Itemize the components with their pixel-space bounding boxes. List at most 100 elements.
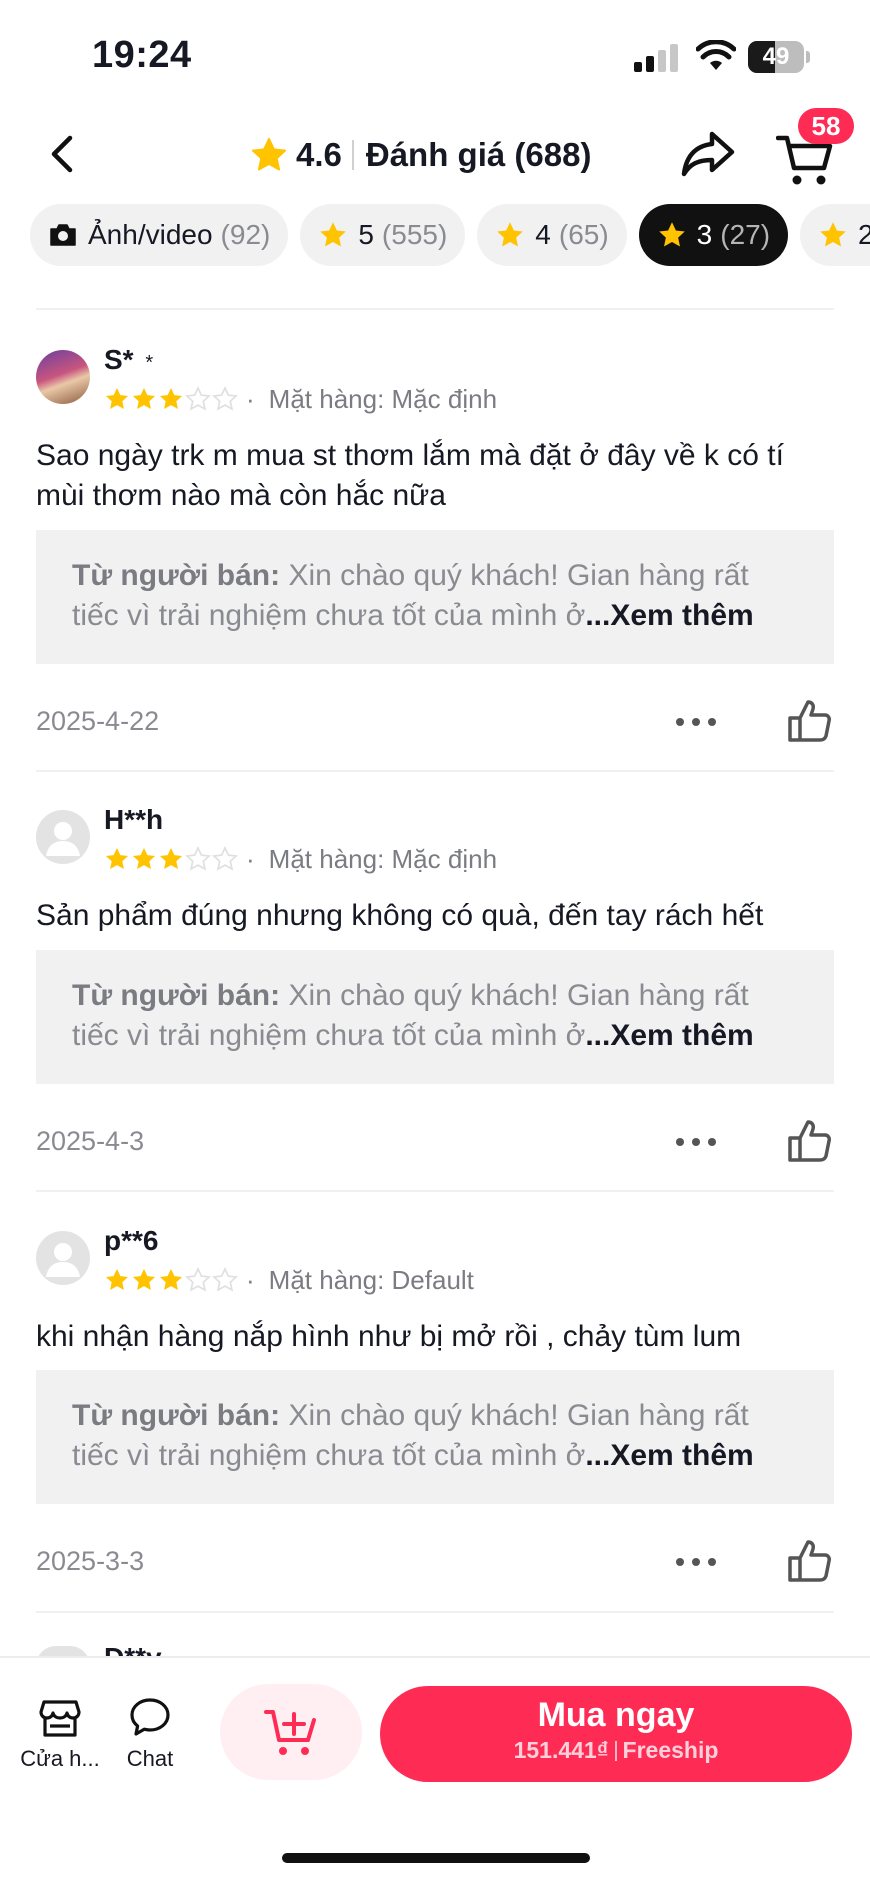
- filter-chip-count: (92): [220, 219, 271, 250]
- filter-chip-count: (555): [381, 219, 448, 250]
- avatar[interactable]: [36, 810, 90, 864]
- star-empty-icon: [212, 386, 238, 411]
- back-arrow-icon[interactable]: [40, 130, 88, 178]
- cart-count-badge: 58: [798, 108, 854, 144]
- review-text: Sao ngày trk m mua st thơm lắm mà đặt ở …: [36, 439, 784, 512]
- filter-chip-photo-video[interactable]: Ảnh/video (92): [30, 204, 289, 266]
- seller-reply-label: Từ người bán:: [72, 559, 281, 592]
- see-more-link[interactable]: ...Xem thêm: [585, 1019, 753, 1052]
- see-more-link[interactable]: ...Xem thêm: [585, 1439, 753, 1472]
- star-empty-icon: [212, 846, 238, 871]
- reviewer-name: H**h: [104, 804, 164, 835]
- avatar[interactable]: [36, 1231, 90, 1285]
- cellular-signal-icon: [634, 44, 678, 72]
- divider: [36, 308, 834, 310]
- reviewer-name-text: S*: [104, 344, 134, 375]
- shop-icon: [39, 1700, 81, 1737]
- star-rating: [104, 846, 239, 874]
- star-icon: [497, 222, 524, 247]
- star-icon: [658, 222, 685, 247]
- overall-rating: 4.6: [296, 136, 342, 173]
- star-filled-icon: [159, 1268, 183, 1290]
- reviewer-name: p**6: [104, 1225, 159, 1256]
- divider: [36, 1611, 834, 1613]
- more-options-icon[interactable]: [672, 1552, 720, 1572]
- rating-filter-bar: Ảnh/video (92) 5 (555) 4 (65) 3 (27) 2: [30, 204, 870, 266]
- seller-reply-box[interactable]: Từ người bán: Xin chào quý khách! Gian h…: [36, 950, 834, 1084]
- star-rating: [104, 386, 239, 414]
- star-filled-icon: [159, 847, 183, 869]
- more-options-icon[interactable]: [672, 1132, 720, 1152]
- add-to-cart-button[interactable]: [220, 1684, 362, 1780]
- divider: [36, 1190, 834, 1192]
- wifi-icon: [696, 40, 736, 70]
- variant-info: · Mặt hàng: Default: [246, 1265, 474, 1295]
- review-text: khi nhận hàng nắp hình như bị mở rồi , c…: [36, 1320, 742, 1353]
- star-filled-icon: [132, 1268, 156, 1290]
- more-options-icon[interactable]: [672, 712, 720, 732]
- home-indicator: [282, 1853, 590, 1863]
- thumbs-up-icon[interactable]: [786, 698, 832, 744]
- page-title: Đánh giá (688): [365, 136, 592, 173]
- bottom-action-bar: Cửa h... Chat Mua ngay 151.441₫ Freeship: [0, 1656, 870, 1883]
- thumbs-up-icon[interactable]: [786, 1538, 832, 1584]
- thumbs-up-icon[interactable]: [786, 1118, 832, 1164]
- filter-chip-4-star[interactable]: 4 (65): [477, 204, 627, 266]
- share-icon[interactable]: [680, 128, 736, 180]
- star-icon: [251, 137, 287, 171]
- buy-now-button[interactable]: Mua ngay 151.441₫ Freeship: [380, 1686, 852, 1782]
- status-time: 19:24: [92, 34, 192, 76]
- filter-chip-count: (27): [720, 219, 771, 250]
- variant-text: Mặt hàng: Default: [268, 1265, 474, 1295]
- filter-chip-label: 2: [858, 219, 870, 250]
- filter-chip-label: Ảnh/video: [88, 219, 213, 250]
- variant-info: · Mặt hàng: Mặc định: [246, 384, 498, 414]
- star-empty-icon: [185, 846, 211, 871]
- filter-chip-label: 5: [358, 219, 374, 250]
- star-filled-icon: [105, 387, 129, 409]
- chat-button[interactable]: Chat: [100, 1696, 200, 1772]
- star-filled-icon: [132, 387, 156, 409]
- seller-reply-box[interactable]: Từ người bán: Xin chào quý khách! Gian h…: [36, 1370, 834, 1504]
- star-empty-icon: [212, 1267, 238, 1292]
- header-divider: [351, 140, 354, 170]
- star-empty-icon: [185, 1267, 211, 1292]
- header-title-group: 4.6 Đánh giá (688): [250, 130, 591, 180]
- filter-chip-3-star[interactable]: 3 (27): [638, 204, 789, 266]
- see-more-link[interactable]: ...Xem thêm: [585, 599, 753, 632]
- filter-chip-count: (65): [558, 219, 609, 250]
- star-filled-icon: [132, 847, 156, 869]
- variant-text: Mặt hàng: Mặc định: [268, 844, 498, 874]
- variant-text: Mặt hàng: Mặc định: [268, 384, 498, 414]
- seller-reply-label: Từ người bán:: [72, 979, 281, 1012]
- reviewer-name-suffix: *: [145, 352, 154, 374]
- shop-button[interactable]: Cửa h...: [10, 1696, 110, 1772]
- review-date: 2025-4-22: [36, 706, 160, 736]
- default-avatar-icon: [46, 822, 80, 856]
- default-avatar-icon: [46, 1243, 80, 1277]
- star-empty-icon: [185, 386, 211, 411]
- buy-now-label: Mua ngay: [537, 1696, 695, 1734]
- reviewer-name: S* *: [104, 344, 153, 376]
- star-rating: [104, 1267, 239, 1295]
- price-text: 151.441₫: [513, 1737, 609, 1763]
- star-icon: [320, 222, 347, 247]
- battery-level: 49: [762, 43, 790, 70]
- avatar[interactable]: [36, 350, 90, 404]
- variant-info: · Mặt hàng: Mặc định: [246, 844, 498, 874]
- review-date: 2025-3-3: [36, 1546, 145, 1576]
- shipping-text: Freeship: [622, 1737, 719, 1763]
- filter-chip-5-star[interactable]: 5 (555): [300, 204, 466, 266]
- star-filled-icon: [105, 847, 129, 869]
- seller-reply-box[interactable]: Từ người bán: Xin chào quý khách! Gian h…: [36, 530, 834, 664]
- divider: [36, 770, 834, 772]
- star-filled-icon: [159, 387, 183, 409]
- star-icon: [820, 222, 846, 247]
- shop-label: Cửa h...: [20, 1746, 100, 1771]
- header: 4.6 Đánh giá (688): [0, 110, 870, 200]
- add-to-cart-icon: [264, 1710, 316, 1755]
- star-filled-icon: [105, 1268, 129, 1290]
- filter-chip-label: 4: [535, 219, 551, 250]
- filter-chip-2-star[interactable]: 2: [800, 204, 870, 266]
- status-bar: 19:24 49: [0, 0, 870, 110]
